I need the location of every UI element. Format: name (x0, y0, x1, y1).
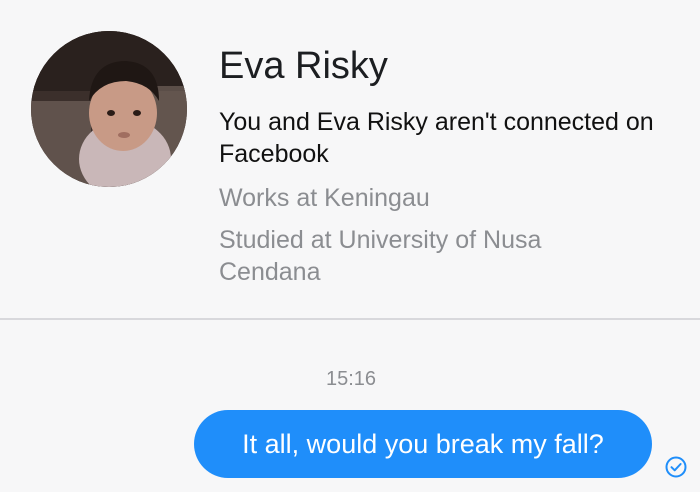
work-info: Works at Keningau (219, 184, 430, 212)
education-info: Studied at University of Nusa Cendana (219, 226, 542, 286)
outgoing-message-bubble[interactable]: It all, would you break my fall? (194, 410, 652, 478)
sent-check-icon (665, 456, 687, 478)
profile-header: Eva Risky You and Eva Risky aren't conne… (0, 0, 700, 319)
profile-photo (31, 31, 187, 187)
connection-status: You and Eva Risky aren't connected on Fa… (219, 108, 654, 168)
avatar[interactable] (31, 31, 187, 187)
message-timestamp: 15:16 (325, 368, 377, 390)
divider (0, 318, 700, 320)
profile-name: Eva Risky (219, 45, 388, 87)
